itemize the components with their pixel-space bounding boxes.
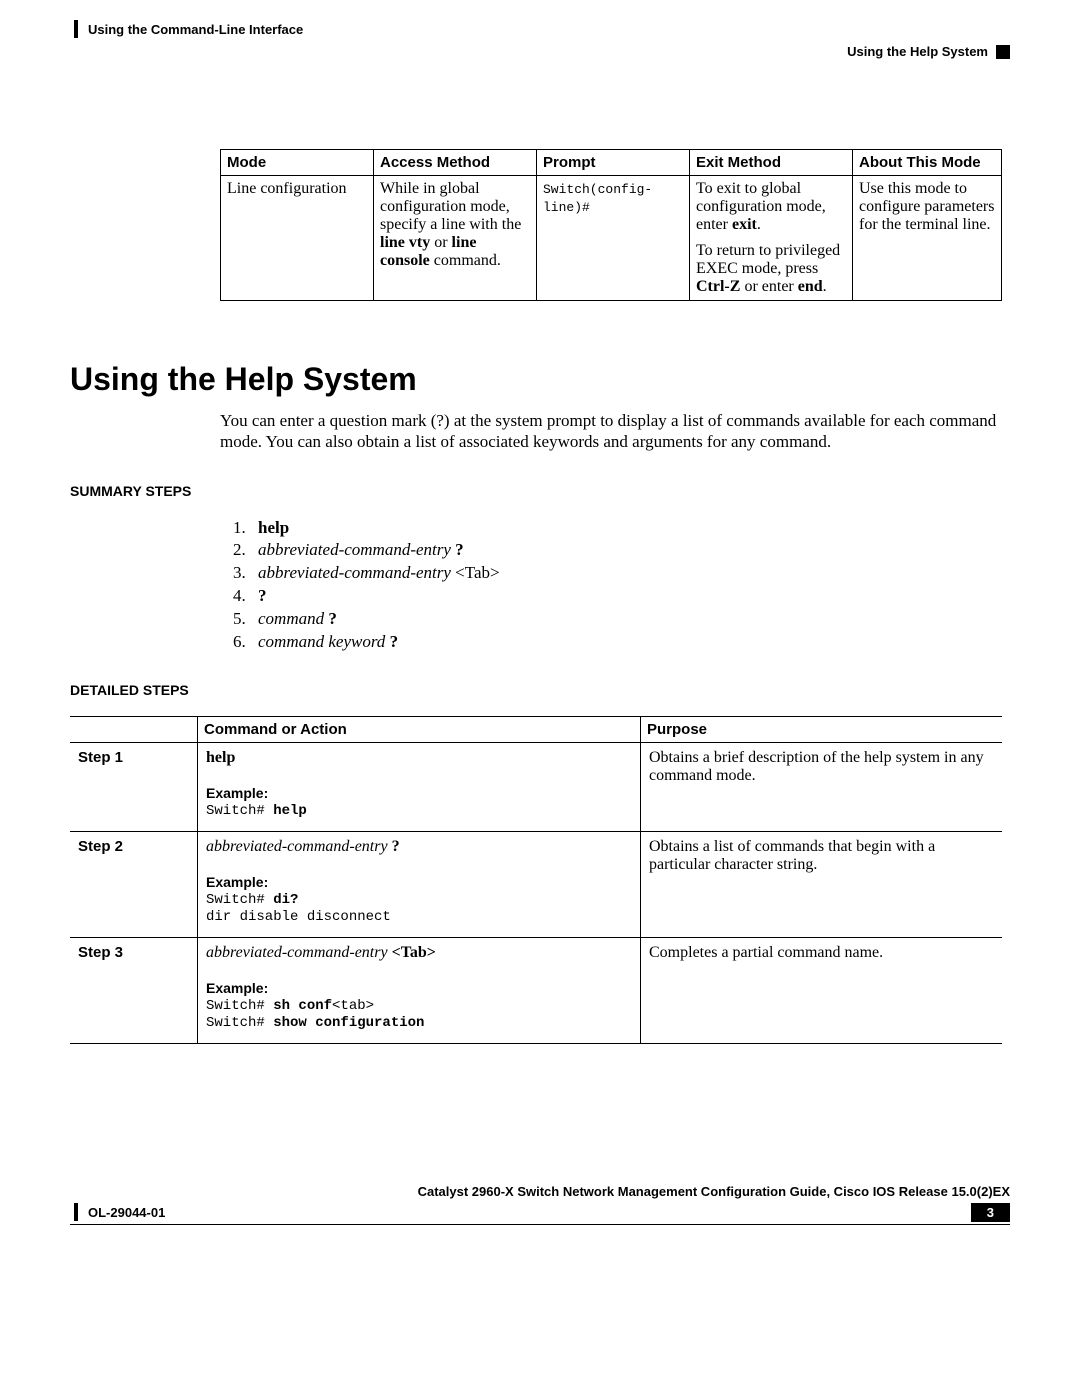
list-item: abbreviated-command-entry <Tab>	[250, 562, 1010, 585]
purpose-cell: Obtains a brief description of the help …	[641, 743, 1003, 832]
detailed-steps-label: DETAILED STEPS	[70, 682, 1010, 698]
purpose-cell: Completes a partial command name.	[641, 937, 1003, 1043]
table-row: Step 2abbreviated-command-entry ?Example…	[70, 831, 1002, 937]
list-item: ?	[250, 585, 1010, 608]
code-block: Switch# help	[206, 803, 632, 821]
table-row: Step 3abbreviated-command-entry <Tab>Exa…	[70, 937, 1002, 1043]
list-item: command keyword ?	[250, 631, 1010, 654]
th-prompt: Prompt	[537, 150, 690, 176]
mode-table: Mode Access Method Prompt Exit Method Ab…	[220, 149, 1002, 301]
footer-tick	[74, 1203, 78, 1221]
code-block: Switch# sh conf<tab> Switch# show config…	[206, 998, 632, 1033]
example-label: Example:	[206, 785, 632, 801]
page-number: 3	[971, 1203, 1010, 1222]
header-square-icon	[996, 45, 1010, 59]
list-item: help	[250, 517, 1010, 540]
intro-paragraph: You can enter a question mark (?) at the…	[220, 410, 1010, 453]
th-about: About This Mode	[853, 150, 1002, 176]
th-purpose: Purpose	[641, 717, 1003, 743]
step-label: Step 2	[70, 831, 198, 937]
header-tick	[74, 20, 78, 38]
list-item: command ?	[250, 608, 1010, 631]
detailed-steps-table: Command or Action Purpose Step 1helpExam…	[70, 716, 1002, 1044]
cell-mode: Line configuration	[221, 176, 374, 301]
th-step-blank	[70, 717, 198, 743]
example-label: Example:	[206, 980, 632, 996]
cell-access: While in global configuration mode, spec…	[374, 176, 537, 301]
th-access: Access Method	[374, 150, 537, 176]
th-exit: Exit Method	[690, 150, 853, 176]
th-mode: Mode	[221, 150, 374, 176]
summary-steps-label: SUMMARY STEPS	[70, 483, 1010, 499]
code-block: Switch# di? dir disable disconnect	[206, 892, 632, 927]
header-chapter: Using the Command-Line Interface	[88, 22, 303, 37]
cell-about: Use this mode to configure parameters fo…	[853, 176, 1002, 301]
command-cell: abbreviated-command-entry <Tab>Example:S…	[198, 937, 641, 1043]
summary-list: help abbreviated-command-entry ? abbrevi…	[220, 517, 1010, 655]
page-footer: Catalyst 2960-X Switch Network Managemen…	[70, 1184, 1010, 1225]
footer-doc-title: Catalyst 2960-X Switch Network Managemen…	[70, 1184, 1010, 1199]
header-section: Using the Help System	[847, 44, 988, 59]
step-label: Step 1	[70, 743, 198, 832]
command-cell: helpExample:Switch# help	[198, 743, 641, 832]
page-title: Using the Help System	[70, 361, 1010, 398]
page-header: Using the Command-Line Interface Using t…	[70, 20, 1010, 59]
command-cell: abbreviated-command-entry ?Example:Switc…	[198, 831, 641, 937]
cell-prompt: Switch(config-line)#	[537, 176, 690, 301]
list-item: abbreviated-command-entry ?	[250, 539, 1010, 562]
cell-exit: To exit to global configuration mode, en…	[690, 176, 853, 301]
th-command: Command or Action	[198, 717, 641, 743]
example-label: Example:	[206, 874, 632, 890]
step-label: Step 3	[70, 937, 198, 1043]
footer-doc-id: OL-29044-01	[88, 1205, 165, 1220]
purpose-cell: Obtains a list of commands that begin wi…	[641, 831, 1003, 937]
table-row: Step 1helpExample:Switch# helpObtains a …	[70, 743, 1002, 832]
table-row: Line configuration While in global confi…	[221, 176, 1002, 301]
